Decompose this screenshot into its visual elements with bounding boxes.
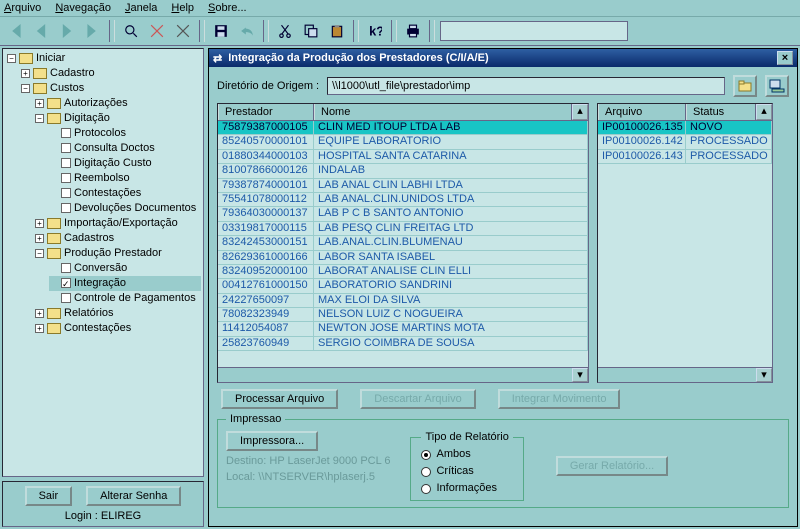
tree-contestacoes1[interactable]: Contestações (74, 187, 141, 199)
nav-last-icon[interactable] (82, 20, 104, 42)
scroll-down-icon[interactable]: ▾ (572, 368, 588, 382)
table-row[interactable]: 85240570000101EQUIPE LABORATORIO (218, 135, 588, 149)
tree-consultadoctos[interactable]: Consulta Doctos (74, 142, 155, 154)
tree-protocolos[interactable]: Protocolos (74, 127, 126, 139)
tree-digitacaocusto[interactable]: Digitação Custo (74, 157, 152, 169)
table-row[interactable]: 01880344000103HOSPITAL SANTA CATARINA (218, 150, 588, 164)
radio-criticas[interactable]: Críticas (421, 463, 512, 480)
menu-janela[interactable]: Janela (125, 2, 157, 14)
tree-relatorios[interactable]: Relatórios (64, 307, 114, 319)
table-row[interactable]: 25823760949SERGIO COIMBRA DE SOUSA (218, 337, 588, 351)
toolbar: k? (0, 17, 800, 46)
table-row[interactable]: 11412054087NEWTON JOSE MARTINS MOTA (218, 322, 588, 336)
local-label: Local: \\NTSERVER\hplaserj.5 (226, 471, 390, 483)
table-row[interactable]: 83240952000100LABORAT ANALISE CLIN ELLI (218, 265, 588, 279)
descartar-button[interactable]: Descartar Arquivo (360, 389, 475, 409)
col-arquivo[interactable]: Arquivo (598, 104, 686, 120)
table-row[interactable]: 75541078000112LAB ANAL.CLIN.UNIDOS LTDA (218, 193, 588, 207)
menubar: AArquivorquivo Navegação Janela Help Sob… (0, 0, 800, 17)
processar-button[interactable]: Processar Arquivo (221, 389, 338, 409)
window-titlebar: ⇄ Integração da Produção dos Prestadores… (209, 49, 797, 67)
col-status[interactable]: Status (686, 104, 756, 120)
toolbar-field[interactable] (440, 21, 628, 41)
tree-cadastros[interactable]: Cadastros (64, 232, 114, 244)
table-row[interactable]: 79364030000137LAB P C B SANTO ANTONIO (218, 207, 588, 221)
help-icon[interactable]: k? (364, 20, 386, 42)
scroll-up-icon[interactable]: ▴ (572, 104, 588, 120)
menu-help[interactable]: Help (171, 2, 194, 14)
arquivo-grid[interactable]: Arquivo Status ▴ IP00100026.135NOVOIP001… (597, 103, 773, 383)
tree-reembolso[interactable]: Reembolso (74, 172, 130, 184)
search-icon[interactable] (120, 20, 142, 42)
tree-impexp[interactable]: Importação/Exportação (64, 217, 178, 229)
prestador-grid[interactable]: Prestador Nome ▴ 75879387000105CLIN MED … (217, 103, 589, 383)
tipo-legend: Tipo de Relatório (421, 431, 512, 443)
destino-label: Destino: HP LaserJet 9000 PCL 6 (226, 455, 390, 467)
scroll-up-icon[interactable]: ▴ (756, 104, 772, 120)
tool-icon-a[interactable] (146, 20, 168, 42)
svg-text:k?: k? (369, 24, 382, 38)
nav-prev-icon[interactable] (30, 20, 52, 42)
impressora-button[interactable]: Impressora... (226, 431, 318, 451)
table-row[interactable]: 79387874000101LAB ANAL CLIN LABHI LTDA (218, 179, 588, 193)
tool-icon-b[interactable] (172, 20, 194, 42)
window-icon: ⇄ (213, 52, 222, 65)
close-icon[interactable]: × (777, 51, 793, 65)
table-row[interactable]: IP00100026.142PROCESSADO (598, 135, 772, 149)
copy-icon[interactable] (300, 20, 322, 42)
table-row[interactable]: 82629361000166LABOR SANTA ISABEL (218, 251, 588, 265)
tree-devolucoes[interactable]: Devoluções Documentos (74, 202, 196, 214)
alterar-senha-button[interactable]: Alterar Senha (86, 486, 181, 506)
save-icon[interactable] (210, 20, 232, 42)
col-nome[interactable]: Nome (314, 104, 572, 120)
menu-sobre[interactable]: Sobre... (208, 2, 247, 14)
tree-conversao[interactable]: Conversão (74, 262, 127, 274)
menu-navegacao[interactable]: Navegação (55, 2, 111, 14)
dir-label: Diretório de Origem : (217, 80, 319, 92)
nav-tree[interactable]: −Iniciar +Cadastro −Custos +Autorizações… (2, 48, 204, 477)
table-row[interactable]: 75879387000105CLIN MED ITOUP LTDA LAB (218, 121, 588, 135)
impressao-fieldset: Impressao Impressora... Destino: HP Lase… (217, 413, 789, 508)
tree-custos[interactable]: Custos (50, 82, 84, 94)
table-row[interactable]: 83242453000151LAB.ANAL.CLIN.BLUMENAU (218, 236, 588, 250)
cut-icon[interactable] (274, 20, 296, 42)
table-row[interactable]: 24227650097MAX ELOI DA SILVA (218, 294, 588, 308)
browse-button[interactable] (733, 75, 757, 97)
tree-controlepgto[interactable]: Controle de Pagamentos (74, 292, 196, 304)
sair-button[interactable]: Sair (25, 486, 73, 506)
tree-integracao[interactable]: Integração (74, 277, 126, 289)
tree-cadastro[interactable]: Cadastro (50, 67, 95, 79)
print-icon[interactable] (402, 20, 424, 42)
dir-input[interactable] (327, 77, 725, 95)
nav-next-icon[interactable] (56, 20, 78, 42)
col-prestador[interactable]: Prestador (218, 104, 314, 120)
tree-root[interactable]: Iniciar (36, 52, 65, 64)
menu-arquivo[interactable]: AArquivorquivo (4, 2, 41, 14)
tipo-relatorio-fieldset: Tipo de Relatório Ambos Críticas Informa… (410, 431, 523, 501)
nav-first-icon[interactable] (4, 20, 26, 42)
table-row[interactable]: 81007866000126INDALAB (218, 164, 588, 178)
window-title: Integração da Produção dos Prestadores (… (228, 52, 488, 64)
login-label: Login : ELIREG (65, 510, 141, 522)
computer-icon[interactable] (765, 75, 789, 97)
radio-informacoes[interactable]: Informações (421, 480, 512, 497)
impressao-legend: Impressao (226, 413, 285, 425)
table-row[interactable]: 78082323949NELSON LUIZ C NOGUEIRA (218, 308, 588, 322)
table-row[interactable]: 03319817000115LAB PESQ CLIN FREITAG LTD (218, 222, 588, 236)
radio-ambos[interactable]: Ambos (421, 446, 512, 463)
tree-autorizacoes[interactable]: Autorizações (64, 97, 128, 109)
gerar-relatorio-button[interactable]: Gerar Relatório... (556, 456, 668, 476)
scroll-down-icon[interactable]: ▾ (756, 368, 772, 382)
tree-digitacao[interactable]: Digitação (64, 112, 110, 124)
table-row[interactable]: 00412761000150LABORATORIO SANDRINI (218, 279, 588, 293)
paste-icon[interactable] (326, 20, 348, 42)
table-row[interactable]: IP00100026.143PROCESSADO (598, 150, 772, 164)
tree-contestacoes2[interactable]: Contestações (64, 322, 131, 334)
table-row[interactable]: IP00100026.135NOVO (598, 121, 772, 135)
integrar-button[interactable]: Integrar Movimento (498, 389, 621, 409)
tree-prodprest[interactable]: Produção Prestador (64, 247, 162, 259)
undo-icon[interactable] (236, 20, 258, 42)
